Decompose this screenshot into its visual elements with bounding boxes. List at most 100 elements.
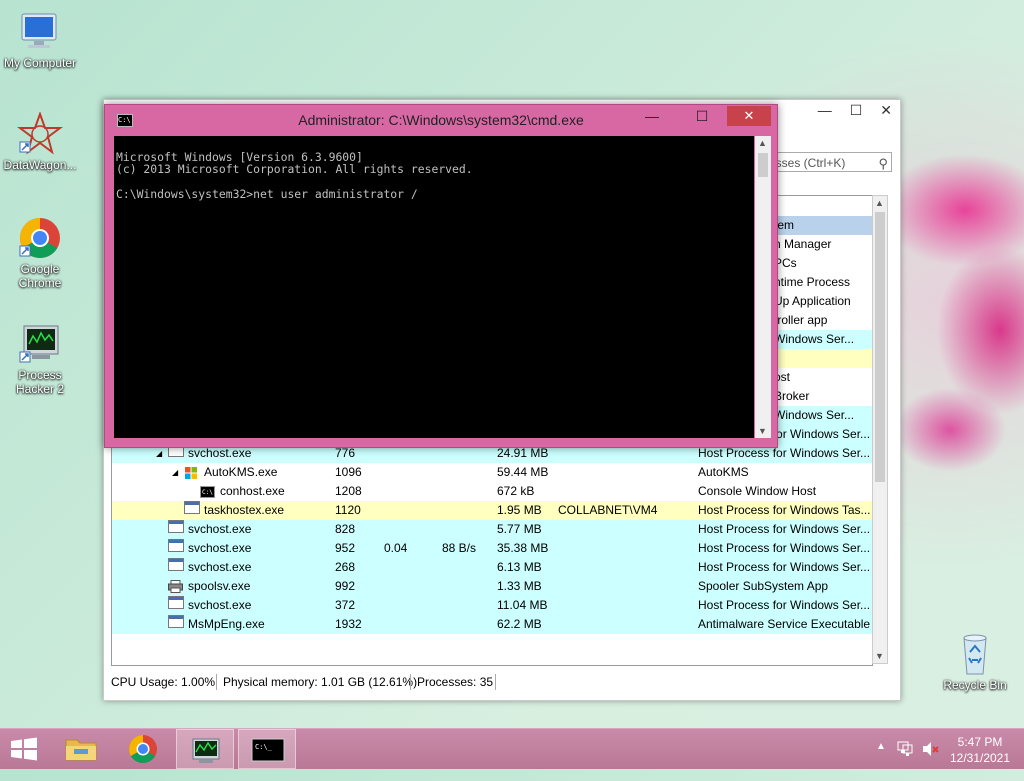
process-description: Host Process for Windows Ser... (698, 560, 871, 574)
cmd-window[interactable]: C:\ Administrator: C:\Windows\system32\c… (104, 104, 778, 448)
scroll-down-arrow-icon[interactable]: ▼ (875, 651, 884, 661)
process-pid: 1208 (335, 484, 362, 498)
process-description: Console Window Host (698, 484, 817, 498)
scrollbar-thumb[interactable] (875, 212, 885, 482)
scroll-down-arrow-icon[interactable]: ▼ (758, 426, 767, 436)
search-placeholder: esses (Ctrl+K) (769, 156, 846, 170)
taskbar: C:\_ ▲ 5:47 PM 12/31/2021 (0, 728, 1024, 769)
volume-muted-icon[interactable] (920, 739, 940, 779)
maximize-button[interactable]: ☐ (850, 102, 863, 119)
process-row[interactable]: svchost.exe 372 11.04 MB Host Process for W… (112, 596, 872, 615)
scroll-up-arrow-icon[interactable]: ▲ (875, 198, 884, 208)
chrome-icon (16, 216, 64, 260)
process-row[interactable]: svchost.exe 268 6.13 MB Host Process for Wi… (112, 558, 872, 577)
process-description: troller app (774, 313, 828, 327)
taskbar-process-hacker[interactable] (176, 729, 234, 769)
process-name: svchost.exe (188, 598, 252, 612)
process-row[interactable]: C:\ conhost.exe 1208 672 kB Console Window H… (112, 482, 872, 501)
close-button[interactable]: ✕ (727, 106, 771, 126)
console-icon: C:\ (200, 482, 215, 501)
process-name: conhost.exe (220, 484, 285, 498)
process-private-bytes: 62.2 MB (497, 617, 542, 631)
clock-time: 5:47 PM (957, 735, 1003, 749)
minimize-button[interactable]: — (637, 106, 667, 126)
folder-icon (65, 739, 97, 761)
datawagon-icon (16, 111, 64, 156)
console-command-line: C:\Windows\system32>net user administrat… (116, 187, 418, 201)
maximize-button[interactable]: ☐ (687, 106, 717, 126)
process-hacker-window-controls: — ☐ ✕ (818, 102, 892, 119)
process-description: AutoKMS (698, 465, 749, 479)
desktop-icon-label: Google Chrome (18, 262, 62, 290)
process-row[interactable]: spoolsv.exe 992 1.33 MB Spooler SubSystem A… (112, 577, 872, 596)
desktop-icon-chrome[interactable]: Google Chrome (0, 216, 80, 290)
desktop-icon-process-hacker[interactable]: Process Hacker 2 (0, 322, 80, 396)
process-cpu: 0.04 (384, 541, 408, 555)
computer-icon (16, 10, 64, 54)
taskbar-file-explorer[interactable] (52, 729, 110, 769)
search-icon[interactable]: ⚲ (878, 154, 888, 174)
process-row[interactable]: ◢ AutoKMS.exe 1096 59.44 MB AutoKMS (112, 463, 872, 482)
process-pid: 1932 (335, 617, 362, 631)
desktop-icon-label: DataWagon... (3, 158, 77, 172)
process-description: Broker (774, 389, 810, 403)
console-output[interactable]: Microsoft Windows [Version 6.3.9600] (c) … (114, 136, 754, 438)
process-user-name: COLLABNET\VM4 (558, 503, 658, 517)
console-scrollbar[interactable]: ▲ ▼ (755, 136, 771, 438)
process-io-total: 88 B/s (442, 541, 477, 555)
process-description: Windows Ser... (774, 408, 855, 422)
process-pid: 372 (335, 598, 356, 612)
taskbar-command-prompt[interactable]: C:\_ (238, 729, 296, 769)
network-icon[interactable] (896, 739, 914, 779)
scrollbar-thumb[interactable] (758, 153, 768, 177)
process-description: n Manager (774, 237, 832, 251)
start-button[interactable] (0, 729, 48, 769)
desktop-icon-label: Process Hacker 2 (15, 368, 65, 396)
process-description: Windows Ser... (774, 332, 855, 346)
desktop-icon-my-computer[interactable]: My Computer (0, 10, 80, 70)
svg-text:C:\_: C:\_ (255, 743, 273, 751)
scroll-up-arrow-icon[interactable]: ▲ (758, 138, 767, 148)
process-row[interactable]: taskhostex.exe 1120 1.95 MB COLLABNET\VM4 Ho… (112, 501, 872, 520)
desktop-icon-datawagon[interactable]: DataWagon... (0, 111, 80, 172)
process-name: taskhostex.exe (204, 503, 285, 517)
desktop-icon-recycle-bin[interactable]: Recycle Bin (935, 632, 1015, 692)
command-prompt-icon: C:\_ (251, 738, 285, 762)
process-description: Spooler SubSystem App (698, 579, 829, 593)
cmd-title-bar[interactable]: C:\ Administrator: C:\Windows\system32\c… (105, 105, 777, 135)
process-name: svchost.exe (188, 541, 252, 555)
process-pid: 1120 (335, 503, 361, 517)
process-list-scrollbar[interactable]: ▲ ▼ (872, 195, 888, 664)
search-processes-input[interactable]: esses (Ctrl+K) ⚲ (764, 152, 892, 172)
clock[interactable]: 5:47 PM 12/31/2021 (944, 729, 1016, 769)
process-row[interactable]: svchost.exe 952 0.04 88 B/s 35.38 MB Host Pro… (112, 539, 872, 558)
process-description: Host Process for Windows Ser... (698, 522, 871, 536)
process-hacker-icon (16, 322, 64, 366)
taskbar-chrome[interactable] (114, 729, 172, 769)
process-private-bytes: 5.77 MB (497, 522, 542, 536)
process-name: MsMpEng.exe (188, 617, 265, 631)
process-row[interactable]: svchost.exe 828 5.77 MB Host Process for Wi… (112, 520, 872, 539)
cpu-usage-status: CPU Usage: 1.00% (111, 675, 216, 689)
physical-memory-status: Physical memory: 1.01 GB (12.61%) (223, 675, 418, 689)
process-description: Host Process for Windows Ser... (698, 541, 871, 555)
process-name: spoolsv.exe (188, 579, 251, 593)
svg-text:C:\: C:\ (202, 489, 213, 496)
process-pid: 1096 (335, 465, 362, 479)
process-row[interactable]: MsMpEng.exe 1932 62.2 MB Antimalware Servic… (112, 615, 872, 634)
status-bar: CPU Usage: 1.00% Physical memory: 1.01 G… (111, 672, 895, 692)
process-description: Antimalware Service Executable (698, 617, 871, 631)
processes-count-status: Processes: 35 (417, 675, 494, 689)
recycle-bin-icon (951, 632, 999, 676)
close-button[interactable]: ✕ (880, 102, 892, 119)
console-line: (c) 2013 Microsoft Corporation. All righ… (116, 162, 473, 176)
chrome-icon (129, 735, 157, 763)
show-hidden-icons-chevron-icon[interactable]: ▲ (876, 741, 886, 781)
desktop-icon-label: My Computer (3, 56, 77, 70)
collapse-arrow-icon[interactable]: ◢ (172, 463, 178, 482)
process-description: Host Process for Windows Tas... (698, 503, 871, 517)
process-name: svchost.exe (188, 560, 252, 574)
process-private-bytes: 11.04 MB (497, 598, 548, 612)
minimize-button[interactable]: — (818, 102, 832, 119)
process-pid: 268 (335, 560, 356, 574)
